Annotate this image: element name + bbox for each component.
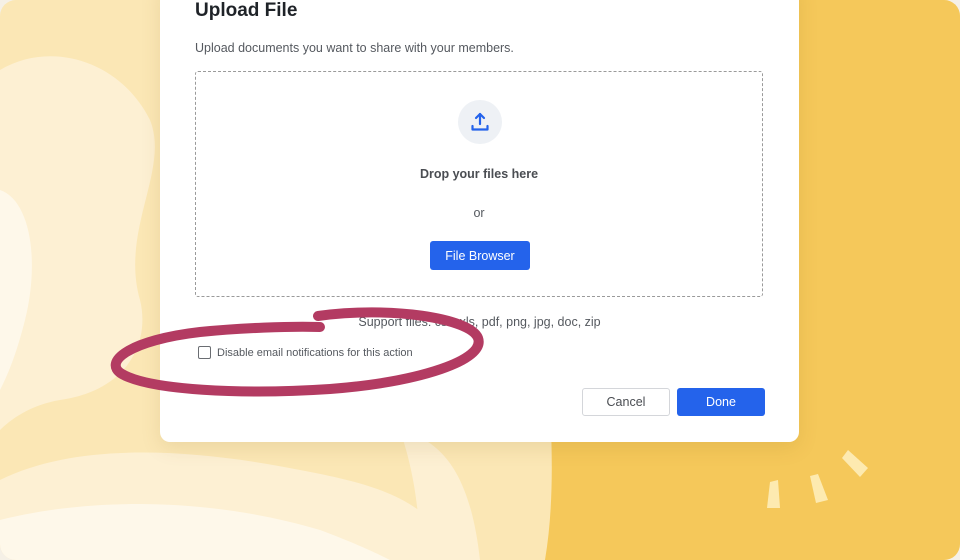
file-browser-button[interactable]: File Browser	[430, 241, 530, 270]
dialog-title: Upload File	[195, 0, 298, 21]
supported-files-text: Support files: csv, xls, pdf, png, jpg, …	[358, 315, 601, 329]
done-button[interactable]: Done	[677, 388, 765, 416]
drop-files-text: Drop your files here	[419, 167, 539, 181]
disable-notifications-checkbox[interactable]	[198, 346, 211, 359]
cancel-button[interactable]: Cancel	[582, 388, 670, 416]
dialog-subtitle: Upload documents you want to share with …	[195, 41, 514, 55]
or-separator-text: or	[473, 206, 485, 220]
disable-notifications-label: Disable email notifications for this act…	[217, 346, 413, 359]
screenshot-canvas: Upload File Upload documents you want to…	[0, 0, 960, 560]
file-dropzone[interactable]: Drop your files here or File Browser	[195, 71, 763, 297]
upload-icon	[458, 100, 502, 144]
disable-notifications-option[interactable]: Disable email notifications for this act…	[198, 346, 413, 359]
upload-file-dialog: Upload File Upload documents you want to…	[160, 0, 799, 442]
